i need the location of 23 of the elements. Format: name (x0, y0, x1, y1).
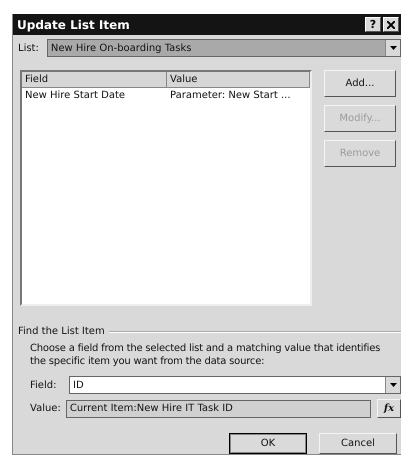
dropdown-arrow-icon (390, 46, 396, 50)
description-text: Choose a field from the selected list and a matching value that identifies the specific item you want from the data source: (29, 342, 382, 368)
column-header[interactable]: Value (167, 72, 310, 88)
window-title: Update List Item (17, 18, 131, 32)
dialog-button[interactable]: OK (229, 433, 307, 454)
column-header[interactable]: Field (22, 72, 167, 88)
table-cell-text: Parameter: New Start ... (169, 89, 292, 103)
field-dropdown[interactable]: ID (69, 376, 401, 394)
close-icon (387, 20, 395, 28)
group-title: Find the List Item (18, 326, 105, 337)
side-button[interactable]: Add... (324, 70, 396, 97)
dropdown-arrow-icon (390, 383, 396, 387)
dialog-button[interactable]: Cancel (319, 433, 397, 454)
help-button[interactable]: ? (365, 17, 381, 32)
formula-button[interactable]: fx (377, 399, 401, 418)
field-label: Field: (30, 380, 58, 390)
value-label: Value: (30, 403, 61, 414)
close-button[interactable] (383, 17, 399, 32)
list-label: List: (18, 42, 39, 54)
value-field[interactable]: Current Item:New Hire IT Task ID (66, 400, 371, 418)
list-dropdown[interactable]: New Hire On-boarding Tasks (46, 39, 401, 57)
table-row[interactable]: New Hire Start Date Parameter: New Start ... (22, 88, 310, 103)
table-cell-text: New Hire Start Date (24, 89, 126, 103)
